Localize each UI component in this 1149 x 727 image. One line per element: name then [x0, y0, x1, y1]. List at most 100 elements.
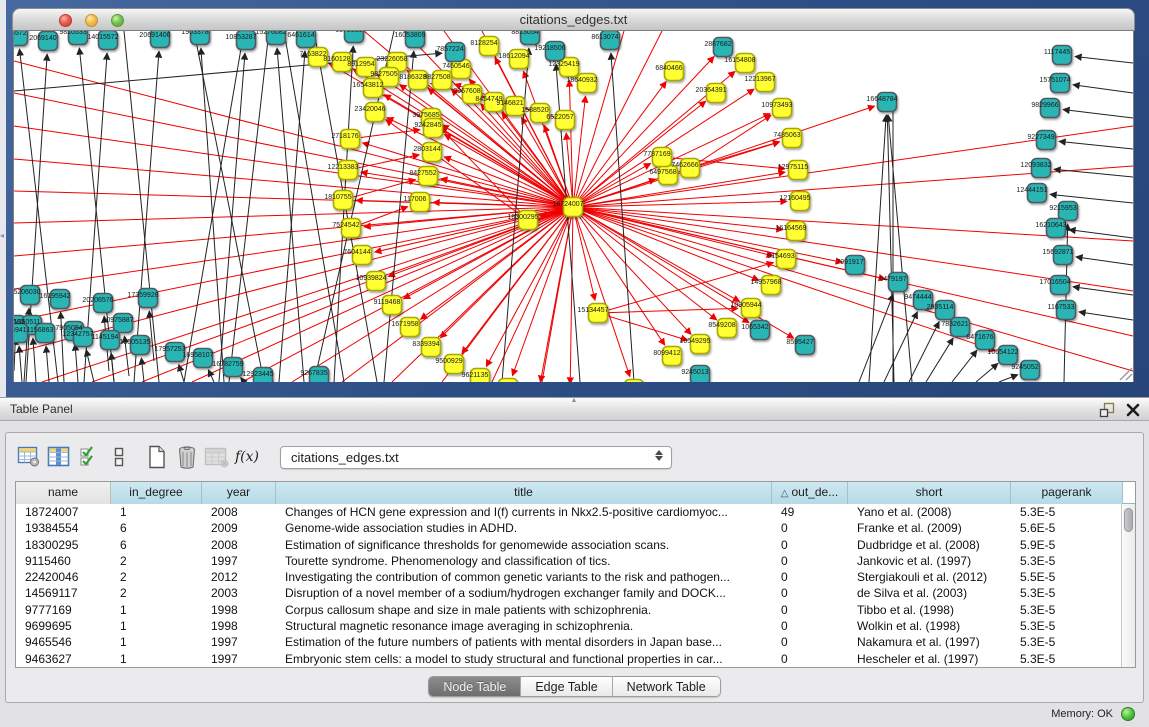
float-panel-icon[interactable]	[1099, 402, 1115, 418]
table-row[interactable]: 977716911998Corpus callosum shape and si…	[16, 602, 1135, 618]
network-desktop: ◂ citations_edges.txt 187240077163822816…	[0, 0, 1149, 397]
column-header-year[interactable]: year	[202, 482, 276, 504]
graph-node-label: 14957968	[750, 279, 781, 286]
tab-network-table[interactable]: Network Table	[613, 677, 720, 696]
cell-short: Wolkin et al. (1998)	[848, 618, 1011, 634]
graph-node-yellow[interactable]	[625, 380, 644, 383]
cell-in_degree: 6	[111, 520, 202, 536]
graph-node-label: 1405572	[14, 31, 27, 37]
table-vertical-scrollbar[interactable]	[1121, 504, 1135, 667]
table-row[interactable]: 969969511998Structural magnetic resonanc…	[16, 618, 1135, 634]
cell-year: 1997	[202, 634, 276, 650]
graph-edge	[573, 207, 665, 345]
split-grip-icon[interactable]: ▲	[571, 398, 578, 404]
network-canvas[interactable]: 1872400771638228160128891295423226058982…	[13, 31, 1134, 382]
graph-node-label: 6479197	[879, 276, 906, 283]
collapse-panel-arrow-icon[interactable]: ◂	[0, 230, 6, 242]
table-panel-title: Table Panel	[10, 402, 73, 416]
cell-short: Franke et al. (2009)	[848, 520, 1011, 536]
citation-network-graph[interactable]: 1872400771638228160128891295423226058982…	[14, 31, 1135, 382]
graph-node-label: 16154808	[724, 57, 755, 64]
graph-node-label: 7832621	[941, 321, 968, 328]
column-header-in_degree[interactable]: in_degree	[111, 482, 202, 504]
graph-node-label: 8099412	[653, 350, 680, 357]
table-row[interactable]: 1938455462009Genome-wide association stu…	[16, 520, 1135, 536]
cell-title: Tourette syndrome. Phenomenology and cla…	[276, 553, 772, 569]
function-builder-button[interactable]: f(x)	[232, 443, 262, 471]
cell-name: 14569117	[16, 585, 111, 601]
graph-edge	[888, 115, 912, 382]
table-settings-button[interactable]	[14, 443, 44, 471]
cell-title: Investigating the contribution of common…	[276, 569, 772, 585]
scrollbar-thumb[interactable]	[1124, 508, 1133, 532]
cell-name: 9115460	[16, 553, 111, 569]
delete-column-button[interactable]	[172, 443, 202, 471]
graph-node-label: 9146821	[496, 100, 523, 107]
select-rows-button[interactable]	[74, 443, 104, 471]
graph-edge	[192, 207, 573, 382]
graph-edge	[869, 115, 886, 382]
column-header-out_de[interactable]: △out_de...	[772, 482, 848, 504]
row-height-button[interactable]	[104, 443, 134, 471]
column-header-short[interactable]: short	[848, 482, 1011, 504]
graph-node-label: 6461614	[287, 32, 314, 39]
tab-node-table[interactable]: Node Table	[429, 677, 521, 696]
table-row[interactable]: 1456911722003Disruption of a novel membe…	[16, 585, 1135, 601]
new-column-button[interactable]	[142, 443, 172, 471]
table-body: 1872400712008Changes of HCN gene express…	[16, 504, 1135, 667]
graph-node-label: 1903378	[181, 31, 208, 36]
canvas-resize-handle[interactable]	[1120, 368, 1132, 380]
graph-node-label: 10853287	[225, 34, 256, 41]
table-row[interactable]: 911546021997Tourette syndrome. Phenomeno…	[16, 553, 1135, 569]
cell-name: 18724007	[16, 504, 111, 520]
graph-edge	[1059, 141, 1133, 149]
cell-year: 2009	[202, 520, 276, 536]
cell-name: 9463627	[16, 651, 111, 667]
cell-short: Hescheler et al. (1997)	[848, 651, 1011, 667]
table-row[interactable]: 1830029562008Estimation of significance …	[16, 537, 1135, 553]
graph-node-label: 16543812	[352, 82, 383, 89]
graph-node-label: 9827508	[423, 74, 450, 81]
graph-node-label: 17016504	[1039, 279, 1070, 286]
graph-node-label: 6497568	[649, 169, 676, 176]
cell-year: 2012	[202, 569, 276, 585]
graph-node-label: 20364391	[695, 87, 726, 94]
delete-table-button[interactable]	[202, 443, 232, 471]
graph-node-label: 1350511	[14, 319, 40, 326]
graph-node-label: 12444151	[1016, 187, 1047, 194]
table-row[interactable]: 946554611997Estimation of the future num…	[16, 634, 1135, 650]
table-row[interactable]: 2242004622012Investigating the contribut…	[16, 569, 1135, 585]
close-panel-icon[interactable]	[1125, 402, 1141, 418]
graph-node-label: 19218506	[534, 45, 565, 52]
graph-node-label: 7857224	[436, 46, 463, 53]
column-header-title[interactable]: title	[276, 482, 772, 504]
dropdown-stepper-icon	[655, 450, 663, 461]
graph-node-label: 12923445	[242, 371, 273, 378]
tab-edge-table[interactable]: Edge Table	[521, 677, 612, 696]
graph-edge	[361, 207, 408, 225]
table-panel: ▲ Table Panel	[0, 397, 1149, 727]
graph-node-label: 16164569	[775, 225, 806, 232]
column-header-name[interactable]: name	[16, 482, 111, 504]
table-row[interactable]: 1872400712008Changes of HCN gene express…	[16, 504, 1135, 520]
graph-node-label: 9474444	[904, 294, 931, 301]
table-selector-dropdown[interactable]: citations_edges.txt	[280, 446, 672, 469]
table-row[interactable]: 946362711997Embryonic stem cells: a mode…	[16, 651, 1135, 667]
graph-edge	[359, 155, 420, 168]
side-strip	[0, 0, 6, 397]
network-window-titlebar[interactable]: citations_edges.txt	[12, 8, 1135, 31]
graph-node-label: 16195942	[39, 293, 70, 300]
graph-node-label: 7462666	[671, 162, 698, 169]
cell-in_degree: 2	[111, 553, 202, 569]
graph-node-label: 12160495	[779, 195, 810, 202]
row-height-icon	[113, 446, 125, 468]
graph-edge	[33, 338, 36, 382]
show-columns-icon	[47, 446, 71, 468]
cell-pagerank: 5.3E-5	[1011, 602, 1123, 618]
cell-short: Stergiakouli et al. (2012)	[848, 569, 1011, 585]
column-header-pagerank[interactable]: pagerank	[1011, 482, 1123, 504]
graph-edge	[1069, 230, 1133, 238]
show-columns-button[interactable]	[44, 443, 74, 471]
graph-edge	[46, 346, 49, 382]
graph-edge	[573, 207, 595, 300]
